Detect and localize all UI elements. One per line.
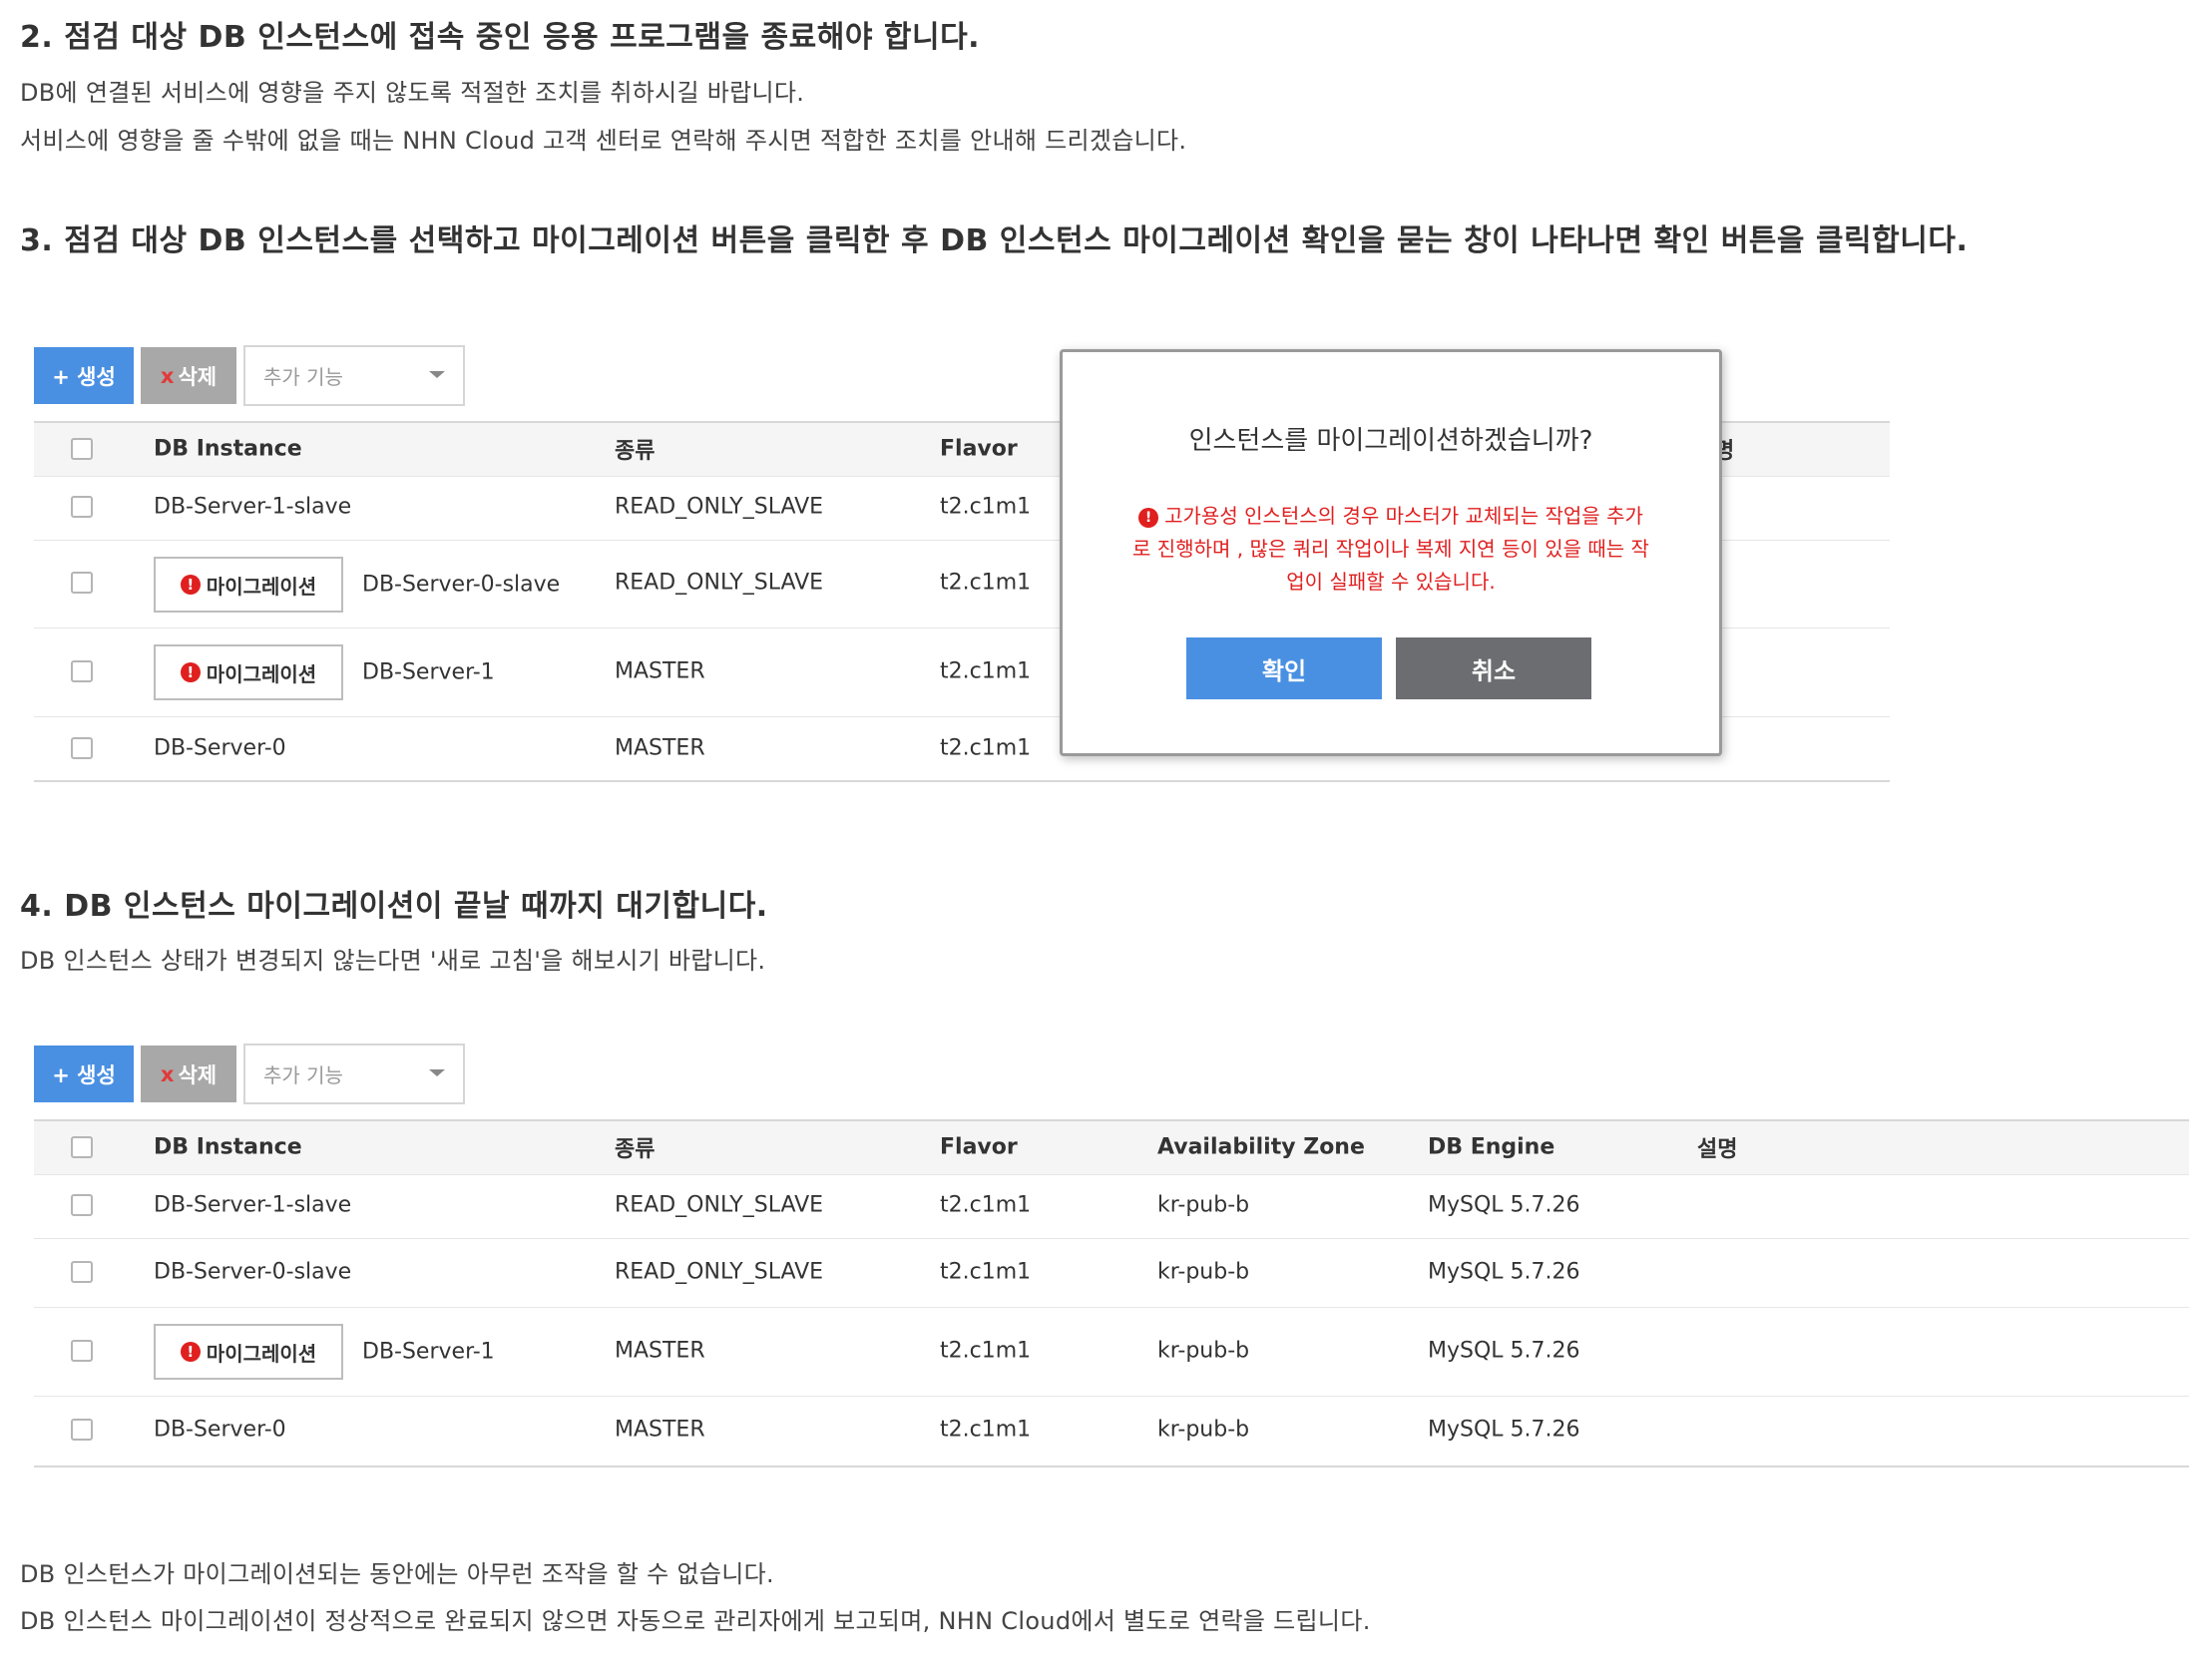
row-divider (34, 1174, 2189, 1175)
table-bottom-border (34, 780, 1890, 782)
column-header-instance[interactable]: DB Instance (154, 1135, 302, 1160)
delete-button-label: 삭제 (178, 1062, 218, 1087)
select-all-checkbox[interactable] (71, 438, 93, 460)
table-header-background (34, 1120, 2189, 1174)
row-divider (34, 1238, 2189, 1239)
create-button[interactable]: + 생성 (34, 1046, 134, 1102)
row-checkbox[interactable] (71, 1419, 93, 1441)
table-top-border (34, 1119, 2189, 1121)
migrate-button[interactable]: ! 마이그레이션 (154, 1324, 343, 1380)
more-actions-dropdown[interactable]: 추가 기능 (243, 345, 465, 406)
delete-x-icon: x (160, 1061, 175, 1086)
create-button[interactable]: + 생성 (34, 347, 134, 404)
instance-type: MASTER (615, 735, 705, 761)
column-header-engine[interactable]: DB Engine (1428, 1135, 1554, 1160)
step2-paragraph-1: DB에 연결된 서비스에 영향을 주지 않도록 적절한 조치를 취하시길 바랍니… (20, 79, 805, 107)
row-checkbox[interactable] (71, 1261, 93, 1283)
instance-name: DB-Server-1 (362, 1339, 495, 1365)
migrate-button-label: 마이그레이션 (206, 661, 317, 686)
instance-engine: MySQL 5.7.26 (1428, 1259, 1580, 1285)
delete-button[interactable]: x 삭제 (141, 347, 236, 404)
warning-line-1: 고가용성 인스턴스의 경우 마스터가 교체되는 작업을 추가 (1164, 504, 1643, 528)
migrate-button[interactable]: ! 마이그레이션 (154, 557, 343, 613)
row-checkbox[interactable] (71, 737, 93, 759)
footer-paragraph-1: DB 인스턴스가 마이그레이션되는 동안에는 아무런 조작을 할 수 없습니다. (20, 1560, 774, 1588)
instance-type: READ_ONLY_SLAVE (615, 1259, 824, 1285)
alert-icon: ! (180, 1342, 201, 1362)
more-actions-dropdown[interactable]: 추가 기능 (243, 1044, 465, 1104)
instance-type: READ_ONLY_SLAVE (615, 1192, 824, 1218)
table-bottom-border (34, 1466, 2189, 1467)
instance-engine: MySQL 5.7.26 (1428, 1417, 1580, 1443)
instance-name: DB-Server-1 (362, 659, 495, 685)
chevron-down-icon (429, 1069, 445, 1076)
select-all-checkbox[interactable] (71, 1136, 93, 1158)
instance-type: READ_ONLY_SLAVE (615, 494, 824, 520)
column-header-flavor[interactable]: Flavor (940, 437, 1018, 462)
alert-icon: ! (180, 662, 201, 682)
alert-icon: ! (1138, 508, 1159, 528)
confirm-button[interactable]: 확인 (1186, 637, 1382, 699)
instance-az: kr-pub-b (1157, 1417, 1250, 1443)
instance-type: MASTER (615, 658, 705, 684)
alert-icon: ! (180, 575, 201, 595)
instance-az: kr-pub-b (1157, 1192, 1250, 1218)
instance-flavor: t2.c1m1 (940, 570, 1032, 596)
instance-type: READ_ONLY_SLAVE (615, 570, 824, 596)
instance-type: MASTER (615, 1338, 705, 1364)
instance-name: DB-Server-1-slave (154, 1192, 352, 1218)
more-actions-placeholder: 추가 기능 (263, 365, 343, 389)
instance-az: kr-pub-b (1157, 1259, 1250, 1285)
instance-engine: MySQL 5.7.26 (1428, 1338, 1580, 1364)
row-checkbox[interactable] (71, 1194, 93, 1216)
warning-line-3: 업이 실패할 수 있습니다. (1286, 570, 1496, 594)
step2-heading: 2. 점검 대상 DB 인스턴스에 접속 중인 응용 프로그램을 종료해야 합니… (20, 20, 981, 55)
instance-flavor: t2.c1m1 (940, 1259, 1032, 1285)
row-divider (34, 1307, 2189, 1308)
dialog-title: 인스턴스를 마이그레이션하겠습니까? (1188, 426, 1593, 456)
row-checkbox[interactable] (71, 496, 93, 518)
instance-type: MASTER (615, 1417, 705, 1443)
column-header-instance[interactable]: DB Instance (154, 437, 302, 462)
instance-name: DB-Server-1-slave (154, 494, 352, 520)
migrate-button-label: 마이그레이션 (206, 1341, 317, 1366)
delete-button[interactable]: x 삭제 (141, 1046, 236, 1102)
instance-name: DB-Server-0 (154, 735, 286, 761)
column-header-type[interactable]: 종류 (615, 1131, 655, 1163)
step3-heading: 3. 점검 대상 DB 인스턴스를 선택하고 마이그레이션 버튼을 클릭한 후 … (20, 223, 1969, 258)
instance-flavor: t2.c1m1 (940, 658, 1032, 684)
more-actions-placeholder: 추가 기능 (263, 1063, 343, 1087)
instance-az: kr-pub-b (1157, 1338, 1250, 1364)
step4-paragraph-1: DB 인스턴스 상태가 변경되지 않는다면 '새로 고침'을 해보시기 바랍니다… (20, 947, 766, 975)
instance-name: DB-Server-0-slave (154, 1259, 352, 1285)
cancel-button[interactable]: 취소 (1396, 637, 1591, 699)
column-header-az[interactable]: Availability Zone (1157, 1135, 1365, 1160)
instance-name: DB-Server-0 (154, 1417, 286, 1443)
column-header-desc[interactable]: 설명 (1697, 1131, 1737, 1163)
step4-heading: 4. DB 인스턴스 마이그레이션이 끝날 때까지 대기합니다. (20, 889, 768, 924)
instance-flavor: t2.c1m1 (940, 1338, 1032, 1364)
row-checkbox[interactable] (71, 660, 93, 682)
column-header-flavor[interactable]: Flavor (940, 1135, 1018, 1160)
delete-x-icon: x (160, 363, 175, 388)
migration-confirm-dialog: 인스턴스를 마이그레이션하겠습니까? ! 고가용성 인스턴스의 경우 마스터가 교… (1060, 349, 1722, 756)
step2-paragraph-2: 서비스에 영향을 줄 수밖에 없을 때는 NHN Cloud 고객 센터로 연락… (20, 127, 1187, 155)
delete-button-label: 삭제 (178, 364, 218, 389)
instance-engine: MySQL 5.7.26 (1428, 1192, 1580, 1218)
instance-flavor: t2.c1m1 (940, 1192, 1032, 1218)
migrate-button-label: 마이그레이션 (206, 574, 317, 599)
footer-paragraph-2: DB 인스턴스 마이그레이션이 정상적으로 완료되지 않으면 자동으로 관리자에… (20, 1607, 1371, 1635)
row-divider (34, 1396, 2189, 1397)
warning-line-2: 로 진행하며 , 많은 쿼리 작업이나 복제 지연 등이 있을 때는 작 (1132, 537, 1649, 561)
chevron-down-icon (429, 371, 445, 378)
column-header-type[interactable]: 종류 (615, 433, 655, 465)
instance-flavor: t2.c1m1 (940, 494, 1032, 520)
instance-flavor: t2.c1m1 (940, 735, 1032, 761)
dialog-warning: ! 고가용성 인스턴스의 경우 마스터가 교체되는 작업을 추가 로 진행하며 ,… (1112, 500, 1669, 599)
instance-flavor: t2.c1m1 (940, 1417, 1032, 1443)
migrate-button[interactable]: ! 마이그레이션 (154, 644, 343, 700)
row-checkbox[interactable] (71, 1340, 93, 1362)
row-checkbox[interactable] (71, 572, 93, 594)
instance-name: DB-Server-0-slave (362, 572, 561, 598)
